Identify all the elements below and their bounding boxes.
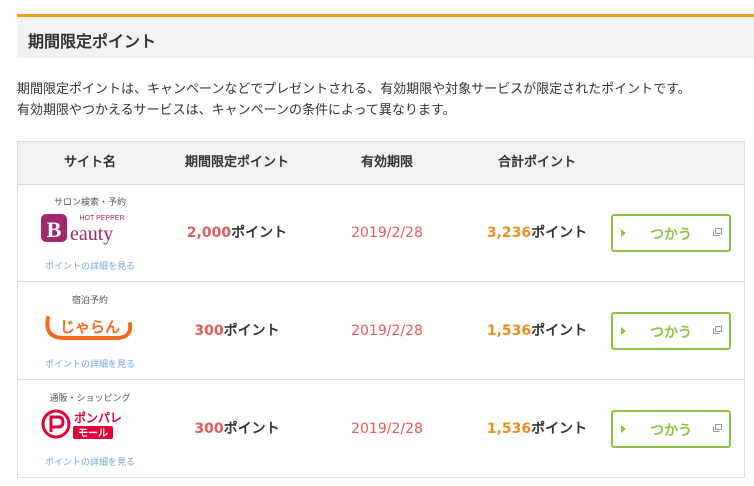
section-title: 期間限定ポイント (28, 32, 157, 51)
detail-link[interactable]: ポイントの詳細を見る (18, 357, 162, 370)
table-row: 通販・ショッピング ポンパレ モール ポイントの詳細を見る 300ポイント 20… (18, 380, 744, 478)
external-window-icon (713, 326, 722, 334)
points-unit: ポイント (223, 421, 280, 437)
detail-link[interactable]: ポイントの詳細を見る (18, 259, 162, 272)
use-button[interactable]: つかう (611, 214, 731, 252)
site-category: 通販・ショッピング (49, 394, 131, 404)
description: 期間限定ポイントは、キャンペーンなどでプレゼントされる、有効期限や対象サービスが… (17, 79, 754, 121)
logo-top-text: ポンパレ (74, 410, 122, 425)
use-button-label: つかう (650, 227, 692, 243)
total-value: 3,236 (486, 225, 532, 241)
total-value: 1,536 (486, 323, 532, 339)
svg-text:eauty: eauty (70, 223, 113, 245)
site-cell: サロン検索・予約 B HOT PEPPER eauty ポイントの詳細を見る (18, 184, 162, 282)
external-window-icon (713, 424, 722, 432)
points-unit: ポイント (223, 323, 280, 339)
expiry-date: 2019/2/28 (351, 225, 423, 241)
section-header: 期間限定ポイント (17, 14, 754, 58)
page: 期間限定ポイント 期間限定ポイントは、キャンペーンなどでプレゼントされる、有効期… (0, 0, 754, 486)
header-limited-points: 期間限定ポイント (184, 155, 289, 170)
ponpare-mall-logo[interactable]: ポンパレ モール (40, 406, 140, 442)
header-total-points: 合計ポイント (497, 155, 576, 170)
limited-points: 2,000ポイント (162, 184, 312, 282)
table-header: サイト名 期間限定ポイント 有効期限 合計ポイント (18, 142, 744, 185)
total-value: 1,536 (486, 421, 532, 437)
table-row: 宿泊予約 じゃらん ポイントの詳細を見る 300ポイント 2019/2/28 1… (18, 282, 744, 380)
header-expiry: 有効期限 (360, 155, 413, 170)
site-category: サロン検索・予約 (53, 198, 126, 208)
logo-bottom-text: モール (78, 429, 108, 440)
table-row: サロン検索・予約 B HOT PEPPER eauty ポイントの詳細を見る 2… (18, 184, 744, 282)
expiry-date: 2019/2/28 (351, 421, 423, 437)
jalan-logo[interactable]: じゃらん (40, 308, 140, 344)
logo-text: じゃらん (60, 318, 120, 336)
hotpepper-beauty-logo[interactable]: B HOT PEPPER eauty (40, 210, 140, 246)
limited-points: 300ポイント (162, 380, 312, 478)
total-points: 1,536ポイント (462, 380, 612, 478)
points-value: 2,000 (186, 225, 232, 241)
header-site: サイト名 (63, 155, 116, 170)
description-line-1: 期間限定ポイントは、キャンペーンなどでプレゼントされる、有効期限や対象サービスが… (17, 82, 691, 97)
logo-small-text: HOT PEPPER (80, 215, 125, 222)
total-unit: ポイント (531, 323, 588, 339)
description-line-2: 有効期限やつかえるサービスは、キャンペーンの条件によって異なります。 (17, 103, 456, 118)
points-value: 300 (194, 421, 224, 437)
expiry-date: 2019/2/28 (351, 323, 423, 339)
points-unit: ポイント (231, 225, 288, 241)
external-window-icon (713, 228, 722, 236)
limited-points: 300ポイント (162, 282, 312, 380)
site-category: 宿泊予約 (71, 296, 108, 306)
svg-text:B: B (47, 217, 62, 242)
detail-link[interactable]: ポイントの詳細を見る (18, 455, 162, 468)
total-points: 3,236ポイント (462, 184, 612, 282)
points-value: 300 (194, 323, 224, 339)
use-button-label: つかう (650, 325, 692, 341)
use-button[interactable]: つかう (611, 312, 731, 350)
points-table: サイト名 期間限定ポイント 有効期限 合計ポイント サロン検索・予約 B HOT… (17, 141, 745, 478)
total-points: 1,536ポイント (462, 282, 612, 380)
total-unit: ポイント (531, 421, 588, 437)
total-unit: ポイント (531, 225, 588, 241)
site-cell: 宿泊予約 じゃらん ポイントの詳細を見る (18, 282, 162, 380)
use-button-label: つかう (650, 423, 692, 439)
use-button[interactable]: つかう (611, 410, 731, 448)
site-cell: 通販・ショッピング ポンパレ モール ポイントの詳細を見る (18, 380, 162, 478)
